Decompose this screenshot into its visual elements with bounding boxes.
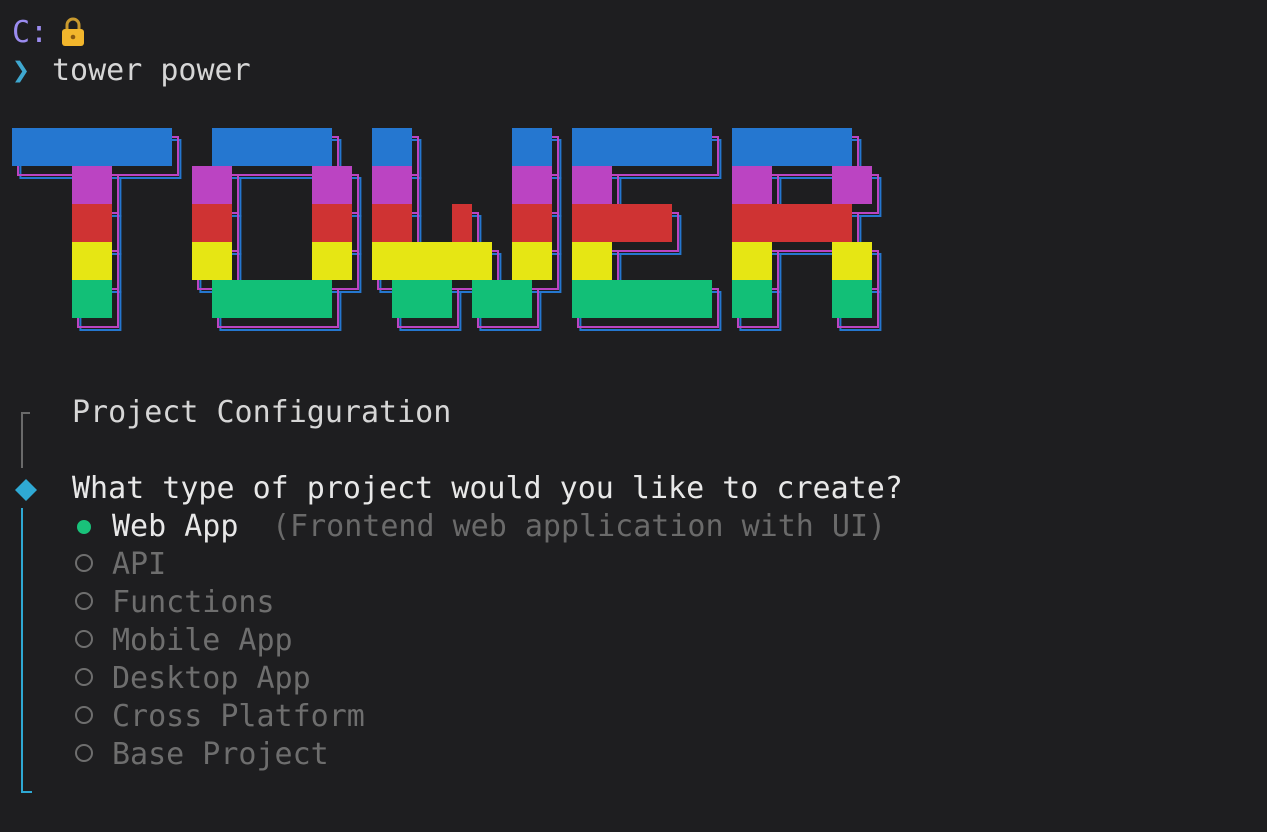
banner-block: [312, 166, 352, 204]
banner-block: [572, 128, 712, 166]
option-label: API: [112, 547, 167, 582]
banner-block: [72, 204, 112, 242]
option-label: Desktop App: [112, 661, 311, 696]
banner-block: [312, 242, 352, 280]
option-label: Base Project: [112, 737, 329, 772]
radio-icon: [75, 706, 93, 724]
banner-block: [192, 242, 232, 280]
banner-block: [732, 166, 772, 204]
radio-icon: [75, 592, 93, 610]
banner-block: [732, 242, 772, 280]
prompt-guide: [21, 412, 32, 793]
question-text: What type of project would you like to c…: [72, 471, 903, 506]
banner-block: [832, 166, 872, 204]
banner-block: [732, 204, 852, 242]
option-label: Functions: [112, 585, 275, 620]
banner-block: [572, 166, 612, 204]
banner-block: [372, 128, 412, 166]
diamond-icon: [15, 479, 37, 501]
banner-block: [572, 280, 712, 318]
option-label: Cross Platform: [112, 699, 365, 734]
command-text: tower power: [52, 53, 251, 88]
banner-block: [472, 280, 532, 318]
banner-block: [732, 128, 852, 166]
radio-icon: [75, 630, 93, 648]
banner-block: [72, 166, 112, 204]
banner-block: [832, 280, 872, 318]
banner-block: [192, 166, 232, 204]
banner-block: [372, 166, 412, 204]
banner-block: [512, 128, 552, 166]
banner-block: [212, 280, 332, 318]
banner-block: [212, 128, 332, 166]
radio-icon: [75, 668, 93, 686]
radio-selected-icon: [77, 520, 91, 534]
banner-block: [372, 204, 412, 242]
banner-block: [372, 242, 492, 280]
option-hint: (Frontend web application with UI): [272, 509, 887, 544]
banner-block: [832, 242, 872, 280]
banner-block: [192, 204, 232, 242]
lock-icon: [62, 17, 84, 46]
banner-block: [512, 166, 552, 204]
option-label: Mobile App: [112, 623, 293, 658]
banner-block: [732, 280, 772, 318]
banner-block: [72, 242, 112, 280]
banner-block: [572, 204, 672, 242]
tower-banner-logo: [12, 128, 882, 331]
option-label: Web App: [112, 509, 239, 544]
config-title: Project Configuration: [72, 395, 452, 430]
banner-block: [312, 204, 352, 242]
banner-block: [72, 280, 112, 318]
banner-block: [572, 242, 612, 280]
banner-block: [512, 204, 552, 242]
banner-block: [512, 242, 552, 280]
radio-icon: [75, 744, 93, 762]
banner-block: [452, 204, 472, 242]
radio-icon: [75, 554, 93, 572]
banner-block: [392, 280, 452, 318]
